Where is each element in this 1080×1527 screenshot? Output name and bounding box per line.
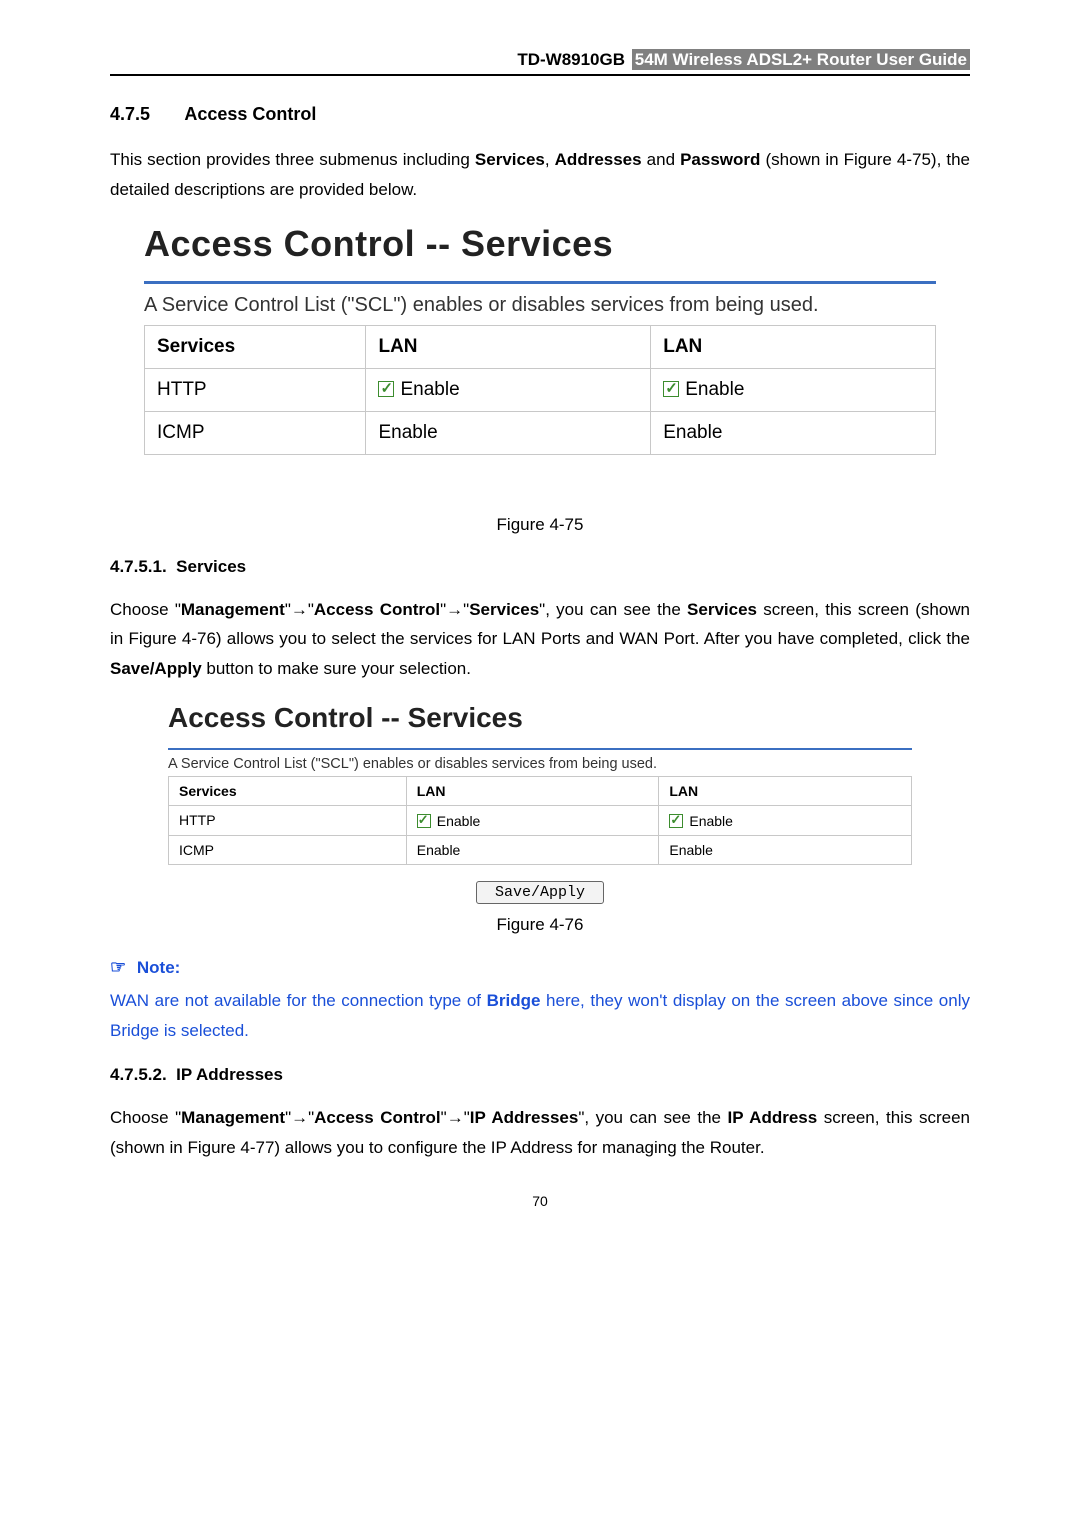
txt: Choose " — [110, 600, 181, 619]
section-title: Access Control — [184, 104, 316, 124]
intro-addresses: Addresses — [555, 150, 642, 169]
table-row: ICMP Enable Enable — [169, 835, 912, 864]
lan1-cell: Enable — [406, 835, 659, 864]
svc-cell: ICMP — [169, 835, 407, 864]
note-text: WAN are not available for the connection… — [110, 991, 487, 1010]
enable-label: Enable — [669, 842, 713, 858]
txt: Choose " — [110, 1108, 181, 1127]
lan2-cell: Enable — [651, 368, 936, 411]
enable-label: Enable — [689, 813, 733, 829]
txt: ", you can see the — [539, 600, 687, 619]
arrow-icon: "→" — [441, 1108, 470, 1127]
bold-ip-address: IP Address — [728, 1108, 818, 1127]
lan2-cell: Enable — [659, 835, 912, 864]
fig1-divider — [144, 281, 936, 284]
sub2-number: 4.7.5.2. — [110, 1065, 167, 1084]
table-header-row: Services LAN LAN — [145, 325, 936, 368]
fig1-title: Access Control -- Services — [144, 223, 936, 265]
bold-services: Services — [687, 600, 757, 619]
arrow-icon: "→" — [440, 600, 469, 619]
section-intro: This section provides three submenus inc… — [110, 145, 970, 205]
pointing-hand-icon: ☞ — [110, 957, 126, 977]
note-body: WAN are not available for the connection… — [110, 986, 970, 1046]
checkbox-icon[interactable] — [663, 381, 679, 397]
fig1-caption: Figure 4-75 — [110, 515, 970, 535]
page-number: 70 — [110, 1193, 970, 1209]
enable-label: Enable — [663, 422, 722, 443]
page-header: TD-W8910GB 54M Wireless ADSL2+ Router Us… — [110, 50, 970, 76]
header-model: TD-W8910GB — [517, 50, 625, 69]
nav-access-control: Access Control — [314, 600, 440, 619]
col-lan1: LAN — [406, 776, 659, 805]
svc-cell: ICMP — [145, 411, 366, 454]
arrow-icon: "→" — [285, 600, 314, 619]
intro-password: Password — [680, 150, 760, 169]
figure-4-75: Access Control -- Services A Service Con… — [110, 223, 970, 455]
checkbox-icon[interactable] — [417, 814, 431, 828]
sub2-paragraph: Choose "Management"→"Access Control"→"IP… — [110, 1103, 970, 1163]
arrow-icon: "→" — [285, 1108, 314, 1127]
col-services: Services — [145, 325, 366, 368]
checkbox-icon[interactable] — [669, 814, 683, 828]
enable-label: Enable — [437, 813, 481, 829]
table-header-row: Services LAN LAN — [169, 776, 912, 805]
col-lan2: LAN — [659, 776, 912, 805]
lan1-cell: Enable — [406, 805, 659, 835]
fig1-description: A Service Control List ("SCL") enables o… — [144, 294, 936, 317]
header-title: 54M Wireless ADSL2+ Router User Guide — [632, 49, 970, 70]
fig2-caption: Figure 4-76 — [110, 915, 970, 935]
col-services: Services — [169, 776, 407, 805]
fig2-divider — [168, 748, 912, 750]
intro-services: Services — [475, 150, 545, 169]
checkbox-icon[interactable] — [378, 381, 394, 397]
enable-label: Enable — [378, 422, 437, 443]
note-label: Note: — [137, 958, 180, 977]
section-heading-4-7-5: 4.7.5 Access Control — [110, 104, 970, 125]
fig1-table: Services LAN LAN HTTP Enable Enable ICMP… — [144, 325, 936, 455]
svc-cell: HTTP — [145, 368, 366, 411]
nav-services: Services — [469, 600, 539, 619]
figure-4-76: Access Control -- Services A Service Con… — [110, 702, 970, 901]
svc-cell: HTTP — [169, 805, 407, 835]
nav-management: Management — [181, 1108, 285, 1127]
bold-save-apply: Save/Apply — [110, 659, 202, 678]
txt: ", you can see the — [578, 1108, 727, 1127]
lan1-cell: Enable — [366, 368, 651, 411]
intro-sep2: and — [642, 150, 681, 169]
txt: button to make sure your selection. — [202, 659, 471, 678]
table-row: HTTP Enable Enable — [169, 805, 912, 835]
intro-sep: , — [545, 150, 555, 169]
sub1-title: Services — [176, 557, 246, 576]
fig2-title: Access Control -- Services — [168, 702, 912, 734]
fig2-description: A Service Control List ("SCL") enables o… — [168, 756, 912, 772]
sub1-number: 4.7.5.1. — [110, 557, 167, 576]
nav-access-control: Access Control — [314, 1108, 441, 1127]
col-lan1: LAN — [366, 325, 651, 368]
lan2-cell: Enable — [651, 411, 936, 454]
enable-label: Enable — [417, 842, 461, 858]
save-apply-button[interactable]: Save/Apply — [476, 881, 604, 904]
lan1-cell: Enable — [366, 411, 651, 454]
nav-management: Management — [181, 600, 285, 619]
section-number: 4.7.5 — [110, 104, 180, 125]
fig2-button-row: Save/Apply — [168, 883, 912, 901]
table-row: HTTP Enable Enable — [145, 368, 936, 411]
enable-label: Enable — [685, 379, 744, 400]
enable-label: Enable — [400, 379, 459, 400]
nav-ip-addresses: IP Addresses — [470, 1108, 579, 1127]
note-bridge: Bridge — [487, 991, 541, 1010]
col-lan2: LAN — [651, 325, 936, 368]
subsection-4-7-5-1: 4.7.5.1. Services — [110, 557, 970, 577]
intro-text: This section provides three submenus inc… — [110, 150, 475, 169]
lan2-cell: Enable — [659, 805, 912, 835]
table-row: ICMP Enable Enable — [145, 411, 936, 454]
sub1-paragraph: Choose "Management"→"Access Control"→"Se… — [110, 595, 970, 684]
sub2-title: IP Addresses — [176, 1065, 283, 1084]
fig2-table: Services LAN LAN HTTP Enable Enable ICMP… — [168, 776, 912, 865]
note-heading: ☞ Note: — [110, 957, 970, 978]
subsection-4-7-5-2: 4.7.5.2. IP Addresses — [110, 1065, 970, 1085]
